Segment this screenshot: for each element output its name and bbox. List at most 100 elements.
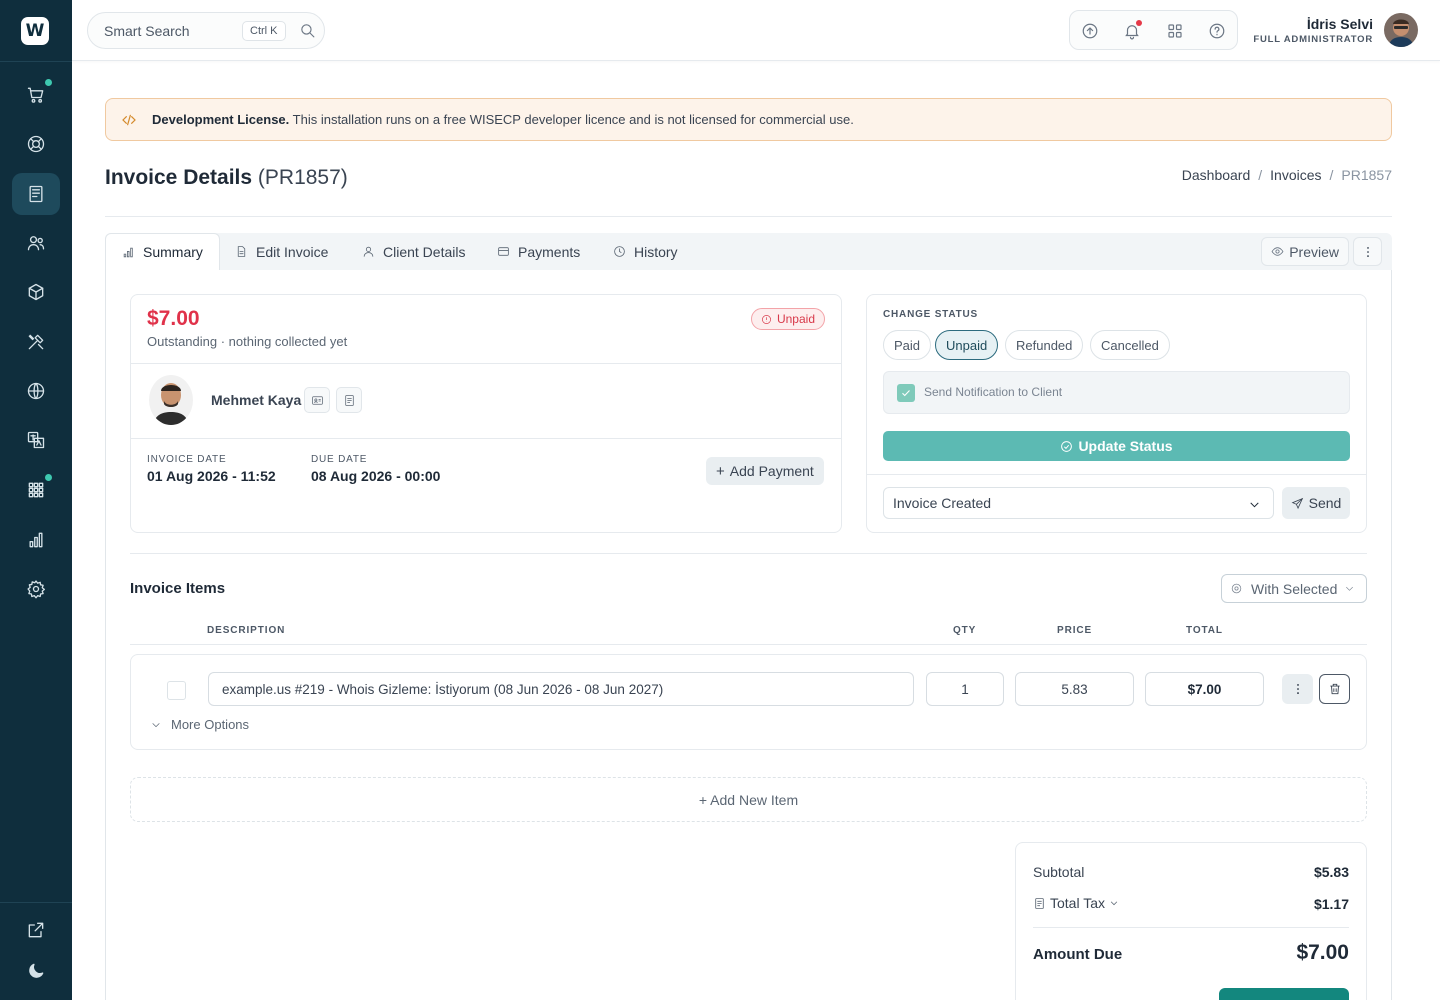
check-circle-icon (1061, 440, 1073, 452)
total-tax-label: Total Tax (1050, 895, 1105, 911)
license-banner: Development License. This installation r… (105, 98, 1392, 141)
status-badge-label: Unpaid (776, 312, 815, 326)
tab-label: Payments (518, 243, 581, 260)
notification-dot (45, 79, 52, 86)
tab-label: Client Details (383, 243, 466, 260)
cart-icon (27, 87, 44, 103)
grid-icon[interactable] (1166, 22, 1184, 40)
trash-icon (1329, 683, 1340, 695)
sidebar-item-invoices[interactable] (12, 173, 60, 215)
document-icon (237, 246, 246, 257)
topbar-actions (1069, 10, 1238, 50)
add-payment-button[interactable]: + Add Payment (706, 457, 824, 485)
chart-icon (29, 532, 43, 548)
sidebar-item-visit-site[interactable] (12, 909, 60, 951)
notify-label: Send Notification to Client (924, 385, 1063, 399)
update-invoice-button[interactable] (1219, 988, 1349, 1000)
tab-payments[interactable]: Payments (497, 233, 580, 270)
chevron-down-icon (1346, 586, 1354, 591)
user-role: FULL ADMINISTRATOR (1253, 34, 1373, 45)
more-actions-button[interactable] (1353, 237, 1382, 266)
item-price-input[interactable]: 5.83 (1015, 672, 1134, 706)
status-badge: Unpaid (750, 308, 825, 330)
client-invoices-button[interactable] (336, 387, 362, 413)
user-avatar[interactable] (1384, 13, 1418, 47)
sidebar-item-clients[interactable] (12, 222, 60, 264)
sidebar-item-settings[interactable] (12, 568, 60, 610)
status-option-refunded[interactable]: Refunded (1005, 330, 1084, 360)
change-status-label: CHANGE STATUS (883, 309, 979, 320)
sidebar-item-dark-mode[interactable] (12, 950, 60, 992)
header-divider (105, 216, 1392, 217)
sidebar-item-support[interactable] (12, 123, 60, 165)
sidebar-item-languages[interactable] (12, 419, 60, 461)
smart-search-input[interactable]: Smart Search Ctrl K (87, 12, 325, 49)
total-tax-toggle[interactable]: Total Tax (1033, 895, 1119, 911)
breadcrumb-invoices[interactable]: Invoices (1270, 167, 1321, 183)
due-date-label: DUE DATE (311, 454, 368, 465)
sidebar: W (0, 0, 72, 1000)
sidebar-item-domains[interactable] (12, 370, 60, 412)
preview-button[interactable]: Preview (1261, 237, 1349, 266)
sidebar-item-reports[interactable] (12, 519, 60, 561)
sidebar-item-tools[interactable] (12, 321, 60, 363)
more-options-toggle[interactable]: More Options (151, 717, 249, 732)
support-icon (27, 135, 45, 153)
upload-icon[interactable] (1081, 22, 1099, 40)
gear-icon (1231, 583, 1242, 594)
globe-icon (27, 382, 45, 400)
moon-icon (29, 963, 44, 978)
client-name[interactable]: Mehmet Kaya (211, 392, 301, 408)
chevron-down-icon (1250, 502, 1259, 508)
row-select-checkbox[interactable] (167, 681, 186, 700)
row-options-button[interactable] (1282, 674, 1313, 704)
app-logo[interactable]: W (21, 17, 49, 45)
top-bar: Smart Search Ctrl K İdris Selvi FULL ADM… (72, 0, 1440, 61)
totals-card: Subtotal $5.83 Total Tax $1.17 Amount Du… (1015, 842, 1367, 1000)
search-shortcut-badge: Ctrl K (242, 21, 286, 41)
client-profile-button[interactable] (304, 387, 330, 413)
tab-summary[interactable]: Summary (105, 233, 220, 270)
notification-template-select[interactable]: Invoice Created (883, 487, 1274, 519)
client-avatar[interactable] (149, 375, 193, 425)
kebab-icon (1296, 683, 1299, 695)
item-description-input[interactable]: example.us #219 - Whois Gizleme: İstiyor… (208, 672, 914, 706)
with-selected-dropdown[interactable]: With Selected (1221, 574, 1367, 603)
tab-client-details[interactable]: Client Details (362, 233, 465, 270)
card-divider (867, 474, 1366, 475)
id-card-icon (311, 395, 323, 405)
add-new-item-button[interactable]: + Add New Item (130, 777, 1367, 822)
status-option-paid[interactable]: Paid (883, 330, 932, 360)
status-option-cancelled[interactable]: Cancelled (1090, 330, 1170, 360)
total-tax-value: $1.17 (1313, 896, 1349, 912)
due-date-value: 08 Aug 2026 - 00:00 (311, 468, 441, 484)
tab-label: Summary (143, 244, 203, 260)
send-label: Send (1308, 495, 1342, 511)
outstanding-amount: $7.00 (147, 307, 200, 330)
tab-history[interactable]: History (613, 233, 678, 270)
user-name: İdris Selvi (1306, 16, 1373, 32)
delete-row-button[interactable] (1319, 674, 1350, 704)
select-value: Invoice Created (893, 495, 992, 511)
tab-label: Edit Invoice (256, 243, 329, 260)
chevron-down-icon (1110, 901, 1118, 906)
breadcrumb-current: PR1857 (1341, 167, 1392, 183)
notify-checkbox[interactable] (897, 384, 915, 402)
plus-icon: + (716, 462, 725, 480)
tab-edit-invoice[interactable]: Edit Invoice (235, 233, 328, 270)
sidebar-item-products[interactable] (12, 271, 60, 313)
section-divider (130, 553, 1367, 554)
send-notification-button[interactable]: Send (1282, 487, 1350, 519)
item-total-input[interactable]: $7.00 (1145, 672, 1264, 706)
status-option-unpaid[interactable]: Unpaid (935, 330, 999, 360)
credit-card-icon (498, 247, 509, 256)
sidebar-item-orders[interactable] (12, 74, 60, 116)
sidebar-item-modules[interactable] (12, 469, 60, 511)
help-icon[interactable] (1208, 22, 1226, 40)
bell-icon[interactable] (1123, 20, 1142, 40)
sidebar-divider (0, 61, 72, 62)
breadcrumb-dashboard[interactable]: Dashboard (1182, 167, 1251, 183)
update-status-button[interactable]: Update Status (883, 431, 1350, 461)
item-qty-input[interactable]: 1 (926, 672, 1004, 706)
apps-icon (28, 482, 44, 498)
